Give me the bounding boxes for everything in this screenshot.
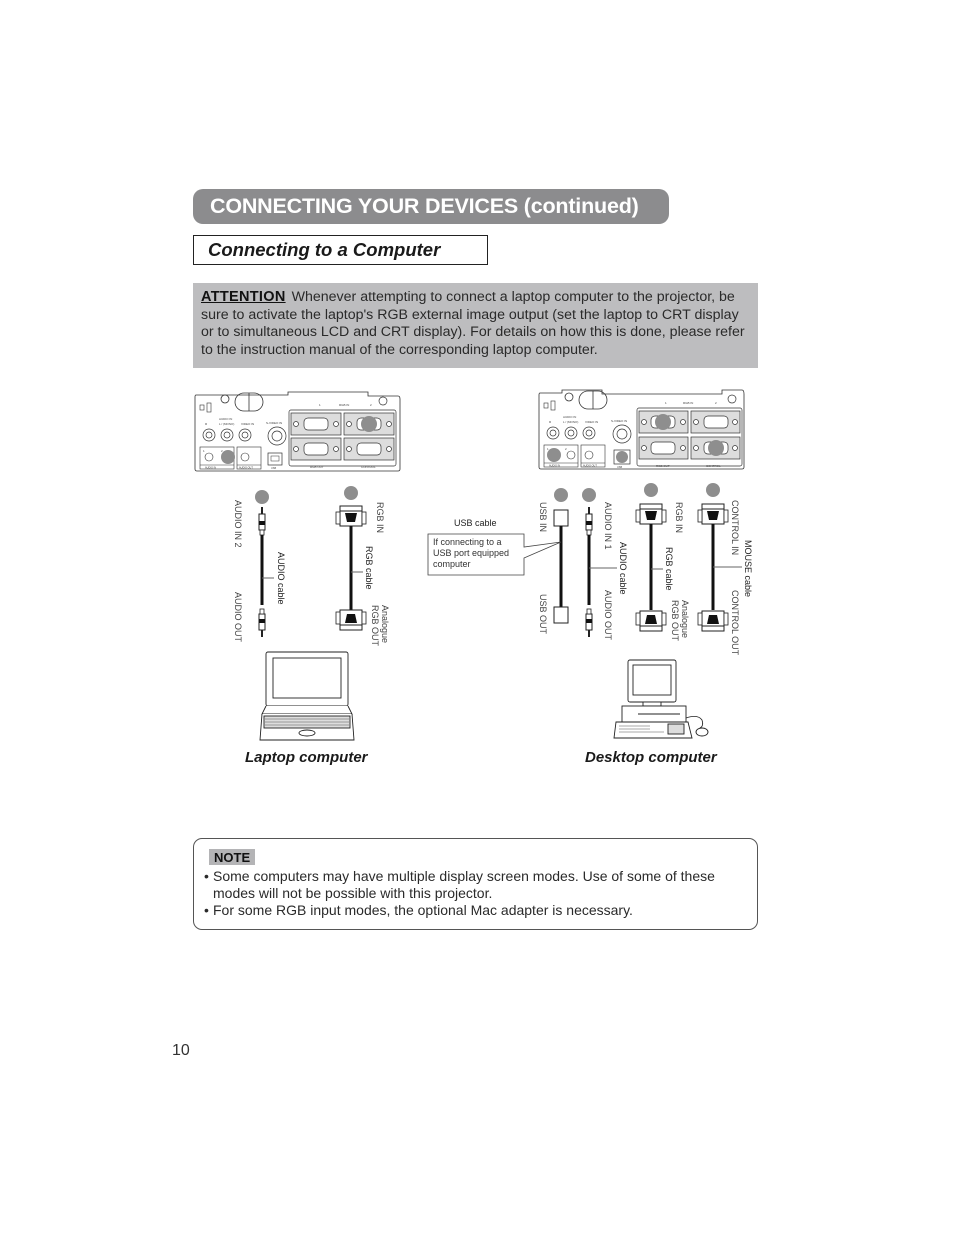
label-mouse-cable: MOUSE cable bbox=[743, 540, 753, 598]
bullet-icon: • bbox=[204, 868, 209, 884]
label-audio-out: AUDIO OUT bbox=[233, 592, 243, 643]
label-rgb-out: RGB OUT bbox=[370, 605, 380, 647]
usb-callout-title: USB cable bbox=[454, 518, 497, 528]
bullet-icon: • bbox=[204, 902, 209, 918]
port-marker bbox=[255, 490, 269, 504]
port-marker bbox=[706, 483, 720, 497]
note-list: • Some computers may have multiple displa… bbox=[204, 868, 744, 919]
note-item: • For some RGB input modes, the optional … bbox=[204, 902, 744, 919]
label-analogue: Analogue bbox=[380, 605, 390, 644]
label-rgb-cable: RGB cable bbox=[364, 546, 374, 590]
laptop-caption: Laptop computer bbox=[245, 749, 368, 766]
label-rgb-out: RGB OUT bbox=[670, 600, 680, 642]
usb-callout-line: USB port equipped bbox=[433, 548, 510, 558]
usb-callout-line: If connecting to a bbox=[433, 537, 502, 547]
laptop-rgb-cable bbox=[335, 486, 367, 631]
label-rgb-in: RGB IN bbox=[375, 502, 385, 534]
port-marker bbox=[344, 486, 358, 500]
label-rgb-cable: RGB cable bbox=[664, 547, 674, 591]
page-number: 10 bbox=[172, 1042, 190, 1059]
label-audio-cable: AUDIO cable bbox=[618, 542, 628, 595]
note-item-text: For some RGB input modes, the optional M… bbox=[213, 902, 633, 918]
label-rgb-in: RGB IN bbox=[674, 502, 684, 534]
desktop-rgb-cable bbox=[635, 483, 667, 632]
desktop-caption: Desktop computer bbox=[585, 749, 717, 766]
usb-callout-line: computer bbox=[433, 559, 471, 569]
label-usb-out: USB OUT bbox=[538, 594, 548, 635]
usb-callout: If connecting to a USB port equipped com… bbox=[428, 534, 524, 575]
label-audio-out: AUDIO OUT bbox=[603, 590, 613, 641]
label-control-out: CONTROL OUT bbox=[730, 590, 740, 656]
port-marker bbox=[582, 488, 596, 502]
label-usb-in: USB IN bbox=[538, 502, 548, 533]
desktop-illustration bbox=[613, 659, 709, 739]
note-item: • Some computers may have multiple displa… bbox=[204, 868, 744, 902]
port-marker bbox=[554, 488, 568, 502]
label-audio-in-2: AUDIO IN 2 bbox=[233, 500, 243, 548]
label-analogue: Analogue bbox=[680, 600, 690, 639]
label-control-in: CONTROL IN bbox=[730, 500, 740, 556]
note-box: NOTE • Some computers may have multiple d… bbox=[193, 838, 758, 930]
laptop-audio-cable bbox=[255, 490, 274, 638]
laptop-illustration bbox=[259, 651, 355, 741]
port-marker bbox=[644, 483, 658, 497]
note-label: NOTE bbox=[209, 849, 256, 865]
desktop-usb-cable bbox=[553, 488, 569, 624]
label-audio-cable: AUDIO cable bbox=[276, 552, 286, 605]
label-audio-in-1: AUDIO IN 1 bbox=[603, 502, 613, 550]
note-item-text: Some computers may have multiple display… bbox=[213, 868, 715, 901]
